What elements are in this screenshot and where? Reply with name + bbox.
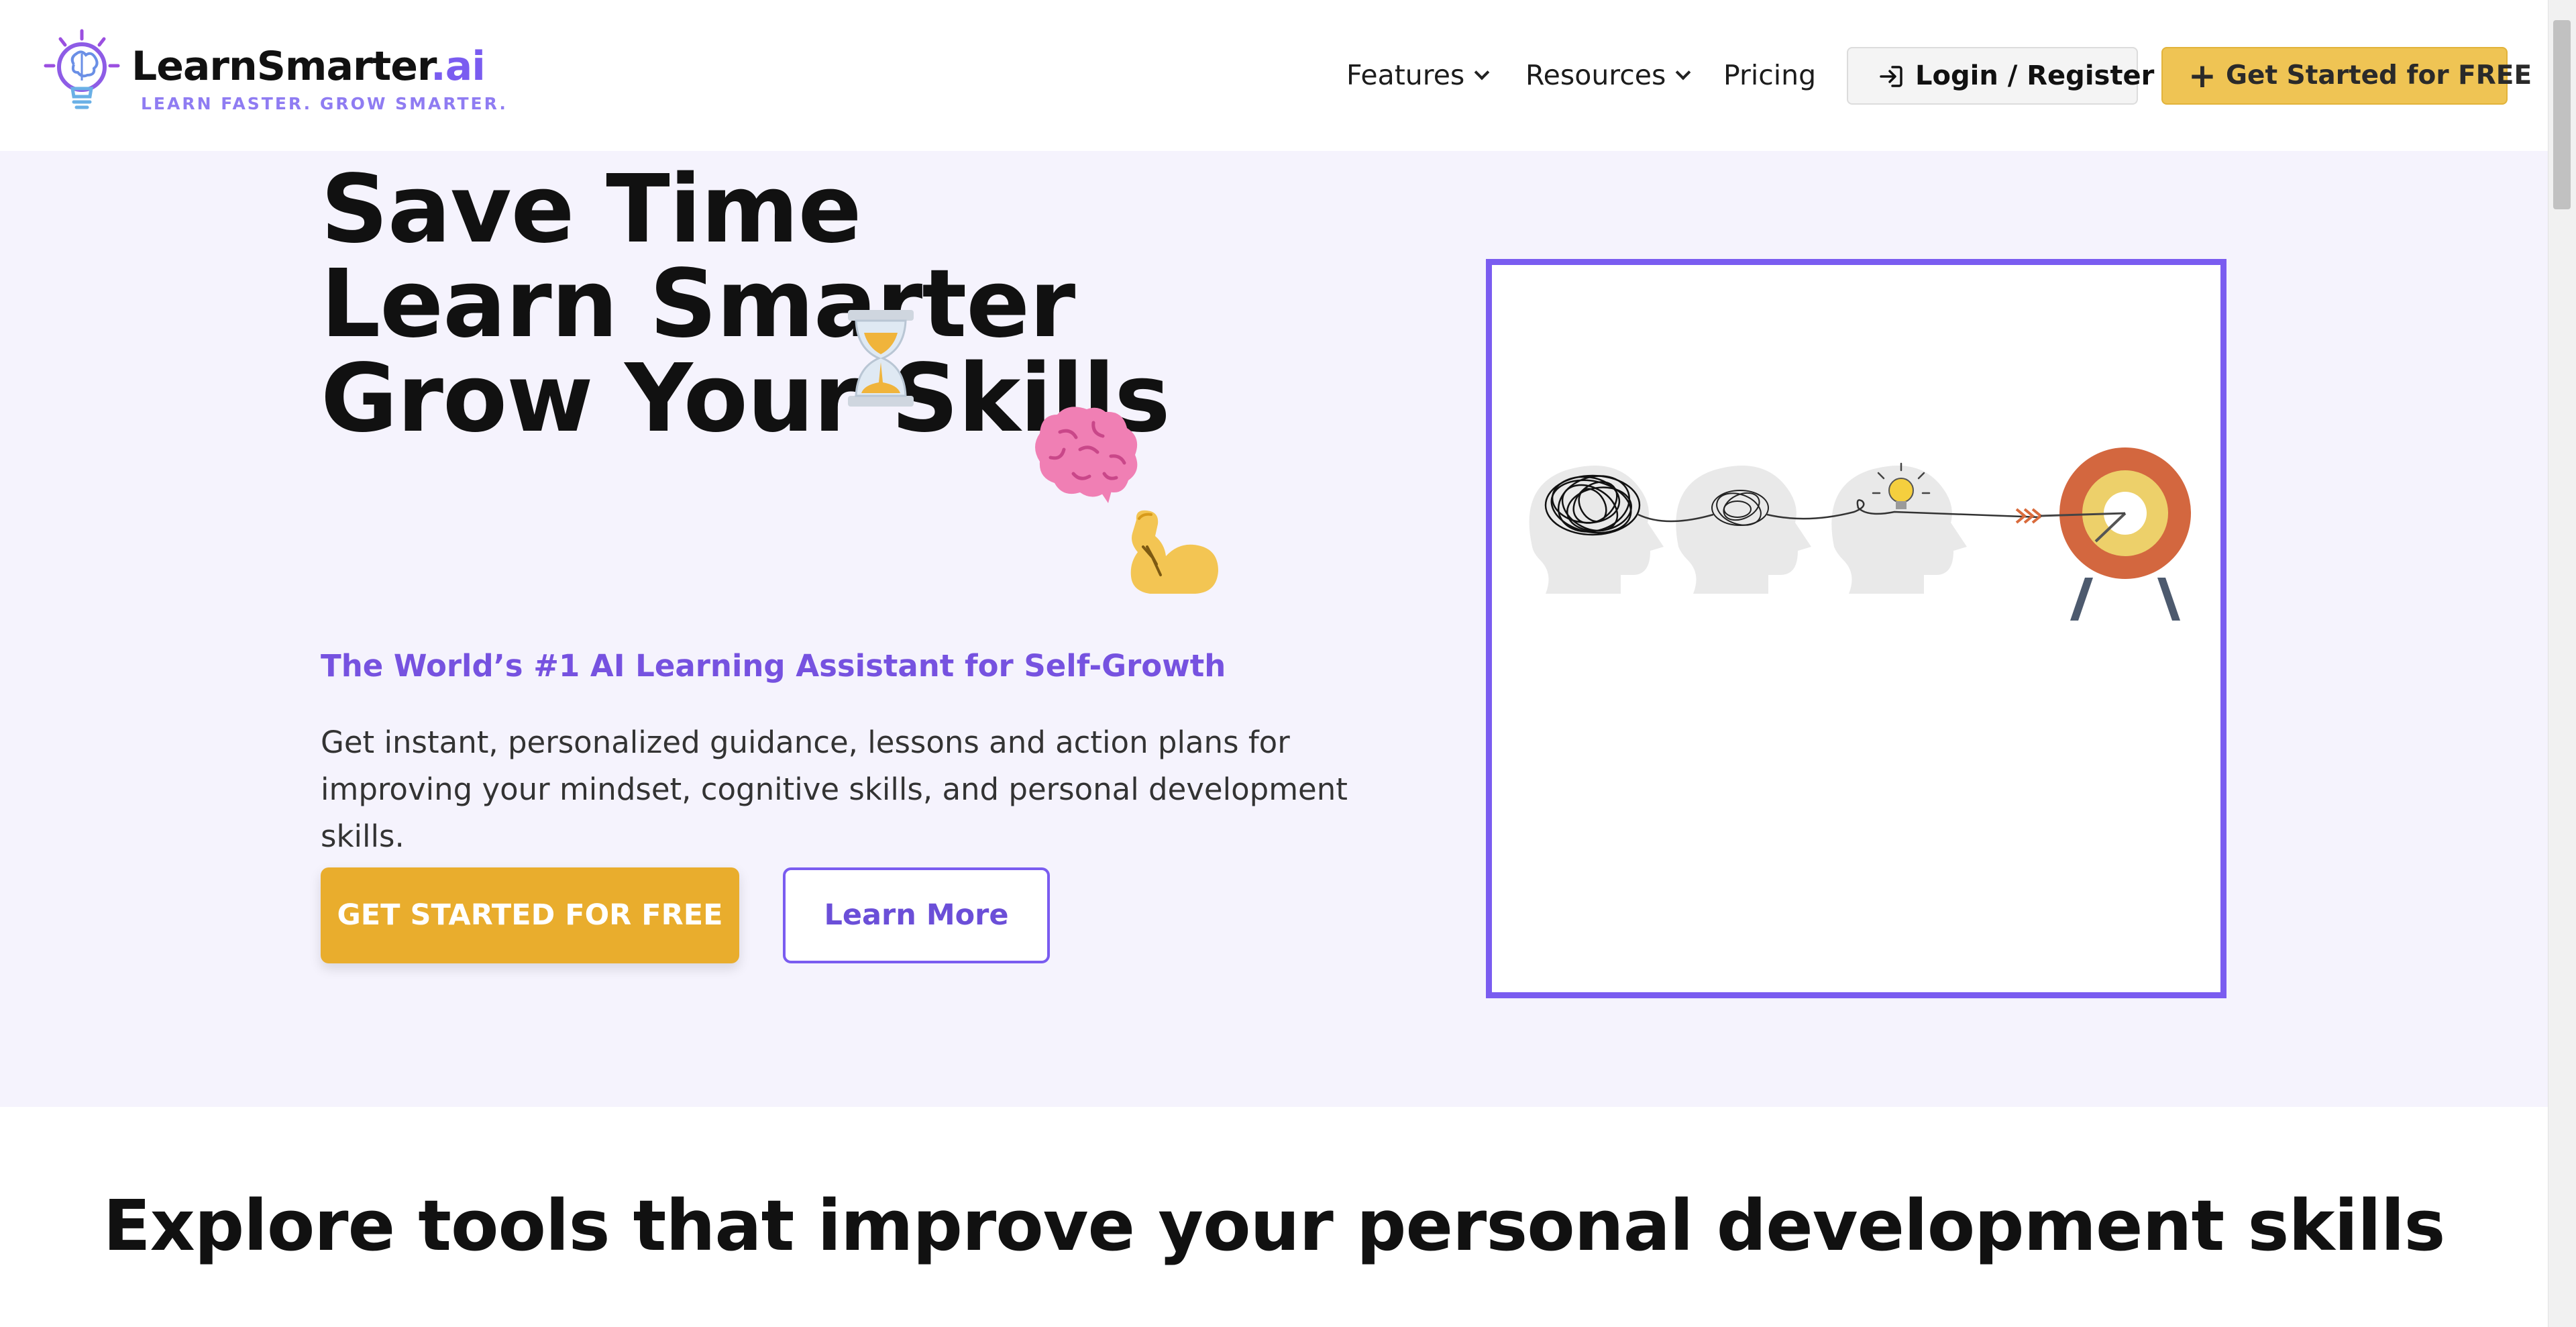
hero-heading-line-2: Learn Smarter xyxy=(321,258,1075,352)
page: LearnSmarter.ai LEARN FASTER. GROW SMART… xyxy=(0,0,2576,1327)
site-header: LearnSmarter.ai LEARN FASTER. GROW SMART… xyxy=(0,0,2548,151)
hero-illustration-frame xyxy=(1486,259,2226,998)
nav-features[interactable]: Features xyxy=(1346,48,1490,102)
hero-get-started-button[interactable]: GET STARTED FOR FREE xyxy=(321,867,739,963)
login-arrow-icon xyxy=(1880,66,1902,87)
plus-icon: + xyxy=(2188,56,2216,95)
login-register-label: Login / Register xyxy=(1915,60,2155,91)
chevron-down-icon xyxy=(1474,64,1490,81)
hero-line-1-text: Save Time xyxy=(321,155,862,264)
hero-learn-more-button[interactable]: Learn More xyxy=(783,867,1050,963)
hero-description: Get instant, personalized guidance, less… xyxy=(321,725,1348,854)
nav-resources[interactable]: Resources xyxy=(1525,48,1691,102)
scrollbar-thumb[interactable] xyxy=(2553,20,2571,209)
nav-resources-label: Resources xyxy=(1525,59,1666,91)
chevron-down-icon xyxy=(1676,64,1691,81)
hero-heading-line-1: Save Time xyxy=(321,163,862,257)
target-arrow-illustration xyxy=(1529,447,2191,621)
nav-pricing[interactable]: Pricing xyxy=(1723,48,1816,102)
flexed-biceps-icon xyxy=(1130,510,1218,594)
brain-icon xyxy=(1035,407,1138,503)
explore-section-title: Explore tools that improve your personal… xyxy=(103,1185,2446,1267)
login-register-button[interactable]: Login / Register xyxy=(1847,47,2154,105)
nav-features-label: Features xyxy=(1346,59,1465,91)
hourglass-icon xyxy=(848,310,914,407)
hero-subheadline: The World’s #1 AI Learning Assistant for… xyxy=(321,648,1226,684)
header-get-started-button[interactable]: + Get Started for FREE xyxy=(2161,47,2532,105)
header-get-started-label: Get Started for FREE xyxy=(2226,60,2532,91)
hero-line-2-text: Learn Smarter xyxy=(321,250,1075,359)
